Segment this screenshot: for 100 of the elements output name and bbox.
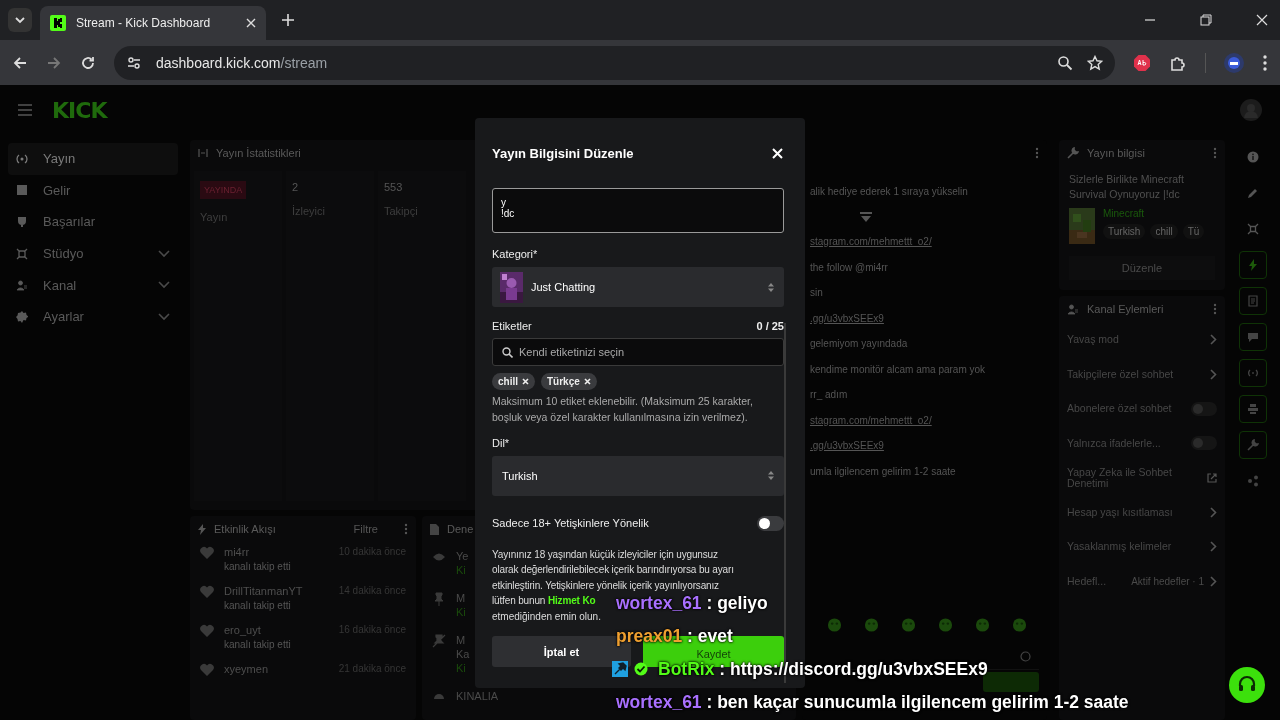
rail-button[interactable] [1239, 431, 1267, 459]
rail-button[interactable] [1239, 251, 1267, 279]
channel-action[interactable]: Abonelere özel sohbet [1059, 391, 1225, 426]
chevron-icon [1210, 334, 1217, 346]
note-icon [1247, 295, 1259, 307]
field-label: Kategori* [492, 248, 539, 260]
more-icon[interactable] [1213, 147, 1217, 159]
sidebar-item[interactable]: Yayın [8, 143, 178, 175]
toggle-switch[interactable] [757, 515, 784, 531]
scrollbar[interactable] [784, 323, 786, 683]
emote-icon[interactable] [975, 617, 990, 633]
more-icon[interactable] [1213, 303, 1217, 316]
sidebar-item[interactable]: Ayarlar [8, 300, 178, 333]
chevron-icon [1210, 368, 1217, 380]
back-icon[interactable] [12, 54, 28, 71]
event-text: M [456, 592, 466, 604]
stat-value: 553 [384, 181, 404, 193]
title-input[interactable]: y !dc [492, 188, 784, 233]
channel-action[interactable]: Takipçilere özel sohbet [1059, 356, 1225, 392]
more-icon[interactable] [1035, 147, 1039, 159]
sort-icon [768, 471, 774, 480]
chevron-icon [1210, 541, 1217, 553]
site-settings-icon[interactable] [126, 54, 142, 71]
search-icon [502, 346, 513, 358]
terms-link[interactable]: Hizmet Ko [547, 595, 596, 606]
zoom-icon[interactable] [1057, 54, 1073, 71]
close-icon[interactable] [1256, 14, 1268, 26]
sidebar-item[interactable]: Gelir [8, 174, 178, 207]
new-tab-icon[interactable] [282, 14, 294, 26]
emote-icon[interactable] [827, 617, 842, 633]
channel-action[interactable]: Yavaş mod [1059, 322, 1225, 357]
follower-name: DrillTitanmanYT [224, 585, 304, 597]
menu-icon[interactable] [1262, 53, 1268, 72]
tag: Turkish [1103, 224, 1146, 240]
address-field[interactable]: dashboard.kick.com/stream [114, 45, 1115, 80]
emote-icon[interactable] [901, 617, 916, 633]
emote-icon[interactable] [864, 617, 879, 633]
description-text: etmediğinden emin olun. [492, 609, 602, 624]
toggle-switch[interactable] [1191, 436, 1217, 451]
tag-search-field[interactable]: Kendi etiketinizi seçin [492, 338, 784, 366]
tab-list-button[interactable] [8, 8, 32, 32]
rail-button[interactable] [1239, 359, 1267, 387]
sidebar-item[interactable]: Kanal [8, 269, 178, 301]
toggle-switch[interactable] [1191, 401, 1217, 416]
more-icon[interactable] [404, 523, 408, 535]
remove-icon[interactable] [583, 378, 591, 385]
panel-title: Dene [447, 523, 474, 535]
channel-action[interactable]: Yasaklanmış kelimeler [1059, 529, 1225, 564]
rail-button[interactable] [1239, 395, 1267, 423]
forward-icon[interactable] [46, 54, 62, 71]
wrench-icon [1067, 147, 1079, 159]
bolt-icon [1247, 259, 1259, 271]
rail-button[interactable] [1239, 287, 1267, 315]
document-icon [430, 523, 439, 535]
emote-icon[interactable] [938, 617, 953, 633]
heart-icon [200, 585, 214, 598]
chevron-icon [158, 281, 170, 290]
emoji-icon[interactable] [1020, 650, 1031, 662]
channel-action[interactable]: Yapay Zeka ile Sohbet Denetimi [1059, 460, 1225, 495]
language-select[interactable]: Turkish [492, 455, 784, 496]
collapse-icon[interactable] [198, 149, 208, 157]
reload-icon[interactable] [80, 54, 96, 71]
sidebar-item[interactable]: Stüdyo [8, 237, 178, 270]
restore-icon[interactable] [1200, 14, 1212, 26]
share-icon [1247, 475, 1259, 487]
stack-icon [1247, 403, 1259, 415]
kick-favicon-icon [50, 15, 66, 31]
remove-icon[interactable] [522, 378, 529, 385]
tag-counter: 0 / 25 [756, 320, 784, 332]
chat-link[interactable]: stagram.com/mehmettt_o2/ [810, 414, 932, 426]
panel-title: Etkinlik Akışı [214, 523, 276, 535]
users-icon [1067, 303, 1079, 316]
tag: chill [1150, 224, 1178, 240]
kick-logo[interactable]: KICK [52, 97, 107, 123]
channel-action[interactable]: Hedefl... Aktif hedefler · 1 [1059, 563, 1225, 599]
tag-chip[interactable]: chill [492, 373, 535, 390]
help-text: Maksimum 10 etiket eklenebilir. (Maksimum 25 karakter, boşluk veya özel karakter kullanılmasına izin verilmez). [492, 394, 754, 425]
filter-button[interactable]: Filtre [353, 523, 378, 535]
emote-icon[interactable] [1012, 617, 1027, 633]
category-select[interactable]: Just Chatting [492, 267, 784, 307]
panel-title: Kanal Eylemleri [1087, 303, 1164, 316]
profile-avatar-icon[interactable] [1224, 52, 1244, 73]
tag: Tü [1182, 224, 1205, 240]
chat-link[interactable]: .gg/u3vbxSEEx9 [810, 312, 884, 324]
channel-action[interactable]: Hesap yaşı kısıtlaması [1059, 494, 1225, 530]
chat-link[interactable]: .gg/u3vbxSEEx9 [810, 440, 884, 451]
sidebar-item[interactable]: Başarılar [8, 206, 178, 238]
tag-chip[interactable]: Türkçe [541, 373, 597, 390]
chat-message: alik hediye ederek 1 sıraya yükselin [810, 186, 968, 197]
rail-button[interactable] [1239, 323, 1267, 351]
toggle-label: Sadece 18+ Yetişkinlere Yönelik [492, 517, 649, 529]
chat-link[interactable]: stagram.com/mehmettt_o2/ [810, 236, 932, 247]
section-icon [16, 184, 28, 197]
channel-action[interactable]: Yalnızca ifadelerle... [1059, 425, 1225, 461]
close-icon[interactable] [246, 18, 256, 28]
star-icon[interactable] [1087, 54, 1103, 71]
event-text: kanalı takip etti [224, 561, 292, 572]
category-link[interactable]: Minecraft [1103, 208, 1205, 220]
broadcast-icon [1247, 367, 1259, 379]
browser-tab[interactable]: Stream - Kick Dashboard [40, 6, 266, 40]
